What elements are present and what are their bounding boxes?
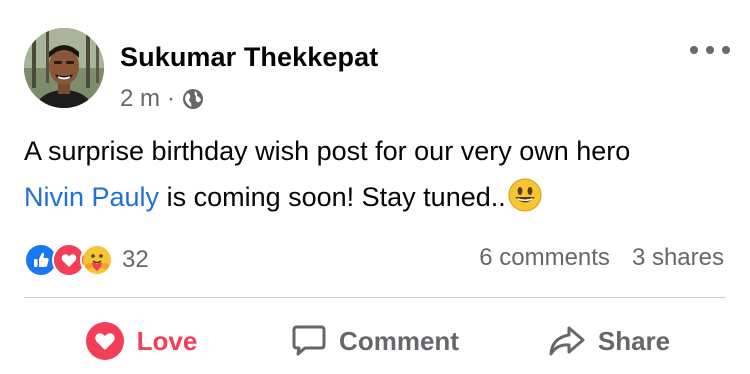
- share-icon: [549, 326, 585, 356]
- post-header: Sukumar Thekkepat 2 m ·: [24, 28, 730, 112]
- reactions-summary[interactable]: 32: [24, 242, 149, 278]
- dot-icon: [722, 46, 730, 54]
- shares-count[interactable]: 3 shares: [632, 244, 724, 272]
- love-icon: [85, 322, 124, 360]
- share-button[interactable]: Share: [492, 312, 726, 370]
- love-label: Love: [136, 325, 198, 356]
- post-text: A surprise birthday wish post for our ve…: [24, 128, 734, 220]
- divider: [24, 297, 726, 298]
- smiley-face-icon: [508, 178, 542, 212]
- post-stats: 32 6 comments 3 shares: [24, 240, 724, 280]
- meta-separator: ·: [167, 85, 176, 112]
- post-time[interactable]: 2 m: [120, 85, 160, 113]
- dot-icon: [706, 46, 714, 54]
- mention-link[interactable]: Nivin Pauly: [24, 182, 159, 212]
- post-meta: 2 m ·: [120, 84, 204, 114]
- care-icon: [80, 243, 114, 277]
- action-bar: Love Comment Share: [24, 312, 726, 370]
- reaction-count: 32: [122, 246, 149, 273]
- post-text-line2: Nivin Pauly is coming soon! Stay tuned..: [24, 174, 734, 220]
- avatar[interactable]: [24, 28, 104, 108]
- comments-count[interactable]: 6 comments: [479, 244, 610, 272]
- more-options-button[interactable]: [690, 38, 730, 62]
- globe-icon[interactable]: [182, 88, 204, 110]
- comment-button[interactable]: Comment: [258, 312, 492, 370]
- dot-icon: [690, 46, 698, 54]
- comment-label: Comment: [339, 325, 459, 356]
- post-text-rest: is coming soon! Stay tuned..: [159, 182, 506, 212]
- engagement-counts: 6 comments 3 shares: [479, 244, 724, 272]
- avatar-image: [24, 28, 104, 108]
- author-name[interactable]: Sukumar Thekkepat: [120, 42, 378, 73]
- share-label: Share: [597, 325, 671, 356]
- comment-icon: [292, 325, 326, 356]
- post-text-line1: A surprise birthday wish post for our ve…: [24, 136, 631, 166]
- love-button[interactable]: Love: [24, 312, 258, 370]
